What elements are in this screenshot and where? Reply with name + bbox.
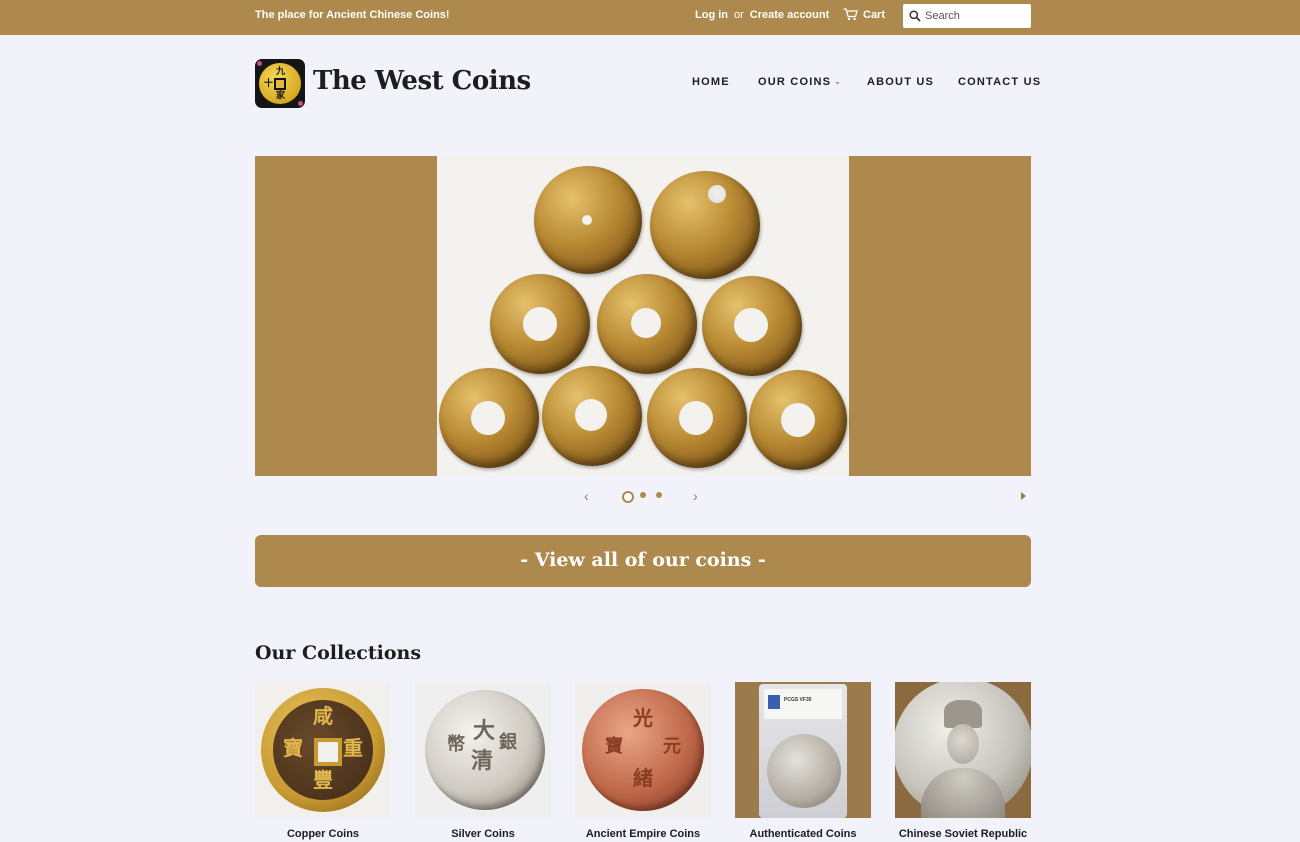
or-text: or: [734, 9, 744, 21]
slide-dot-1[interactable]: [622, 491, 634, 503]
cart-link[interactable]: Cart: [843, 8, 885, 21]
slide-dot-3[interactable]: [656, 492, 662, 498]
medal-coin: [534, 166, 642, 274]
collection-label[interactable]: Copper Coins: [235, 828, 411, 840]
chevron-down-icon: ⌄: [834, 77, 843, 86]
logo-glyph-left: 十: [264, 79, 274, 89]
empire-coin-glyph-right: 元: [663, 736, 681, 757]
medal-coin: [542, 366, 642, 466]
copper-coin-glyph-left: 寶: [283, 736, 303, 760]
pcgs-shield-icon: [768, 695, 780, 709]
slideshow-play-icon[interactable]: [1021, 492, 1026, 500]
store-tagline: The place for Ancient Chinese Coins!: [255, 9, 450, 21]
copper-coin-glyph-top: 咸: [313, 704, 333, 728]
collection-thumbnail: PCGS VF35: [735, 682, 871, 818]
create-account-link[interactable]: Create account: [750, 9, 829, 21]
medal-coin: [650, 171, 760, 279]
collection-copper-coins[interactable]: 咸 豐 重 寶 Copper Coins: [255, 682, 391, 840]
empire-coin-glyph-top: 光: [633, 706, 653, 730]
slabbed-silver-coin-image: [767, 734, 841, 808]
cart-label: Cart: [863, 9, 886, 21]
hero-slideshow[interactable]: [255, 156, 1031, 476]
collection-thumbnail: 大 清 銀 幣: [415, 682, 551, 818]
nav-our-coins-label: OUR COINS: [758, 76, 832, 88]
copper-coin-glyph-bottom: 豐: [313, 768, 333, 792]
medal-coin: [490, 274, 590, 374]
nav-our-coins[interactable]: OUR COINS ⌄: [758, 76, 842, 88]
medal-coin: [647, 368, 747, 468]
view-all-coins-button[interactable]: - View all of our coins -: [255, 535, 1031, 587]
account-links: Log in or Create account: [695, 9, 829, 21]
collection-label[interactable]: Silver Coins: [395, 828, 571, 840]
logo-coin-hole: [274, 78, 286, 90]
search-icon[interactable]: [909, 10, 921, 22]
collection-label[interactable]: Chinese Soviet Republic: [875, 828, 1051, 840]
medal-coin: [702, 276, 802, 376]
cart-icon: [843, 8, 858, 21]
collection-authenticated-coins[interactable]: PCGS VF35 Authenticated Coins: [735, 682, 871, 840]
collection-chinese-soviet-republic[interactable]: Chinese Soviet Republic: [895, 682, 1031, 840]
search-box[interactable]: [903, 4, 1031, 28]
collection-label[interactable]: Ancient Empire Coins: [555, 828, 731, 840]
slideshow-prev-arrow-icon[interactable]: ‹: [584, 487, 589, 505]
logo-glyph-bottom: 家: [276, 91, 286, 101]
medal-coin: [439, 368, 539, 468]
collection-thumbnail: 咸 豐 重 寶: [255, 682, 391, 818]
announcement-bar: The place for Ancient Chinese Coins! Log…: [0, 0, 1300, 35]
portrait-face: [947, 724, 979, 764]
slab-grade-text: PCGS VF35: [784, 697, 812, 703]
logo-glyph-top: 九: [276, 67, 286, 77]
collections-heading: Our Collections: [255, 642, 422, 664]
silver-coin-glyph: 清: [471, 748, 494, 774]
logo[interactable]: 九 十 家: [255, 59, 305, 108]
collection-thumbnail: 光 緒 元 寶: [575, 682, 711, 818]
login-link[interactable]: Log in: [695, 9, 728, 21]
nav-about-us[interactable]: ABOUT US: [867, 76, 934, 88]
medal-coin: [597, 274, 697, 374]
slide-image-bronze-medals: [437, 156, 849, 476]
empire-coin-glyph-left: 寶: [605, 736, 623, 757]
search-input[interactable]: [925, 7, 1025, 24]
collection-silver-coins[interactable]: 大 清 銀 幣 Silver Coins: [415, 682, 551, 840]
logo-flower-decoration: [257, 61, 262, 66]
collection-ancient-empire-coins[interactable]: 光 緒 元 寶 Ancient Empire Coins: [575, 682, 711, 840]
collection-label[interactable]: Authenticated Coins: [715, 828, 891, 840]
copper-coin-square-hole: [314, 738, 342, 766]
brand-name[interactable]: The West Coins: [313, 66, 531, 96]
nav-contact-us[interactable]: CONTACT US: [958, 76, 1041, 88]
logo-flower-decoration: [298, 101, 303, 106]
slideshow-next-arrow-icon[interactable]: ›: [693, 487, 698, 505]
medal-coin: [749, 370, 847, 470]
collection-thumbnail: [895, 682, 1031, 818]
nav-home[interactable]: HOME: [692, 76, 730, 88]
empire-coin-glyph-bottom: 緒: [633, 766, 653, 790]
copper-coin-glyph-right: 重: [343, 736, 363, 760]
silver-coin-glyph: 銀: [499, 732, 517, 753]
silver-coin-glyph: 大: [473, 718, 496, 744]
silver-coin-glyph: 幣: [447, 734, 465, 755]
slide-dot-2[interactable]: [640, 492, 646, 498]
slideshow-controls: ‹ ›: [0, 487, 1300, 505]
